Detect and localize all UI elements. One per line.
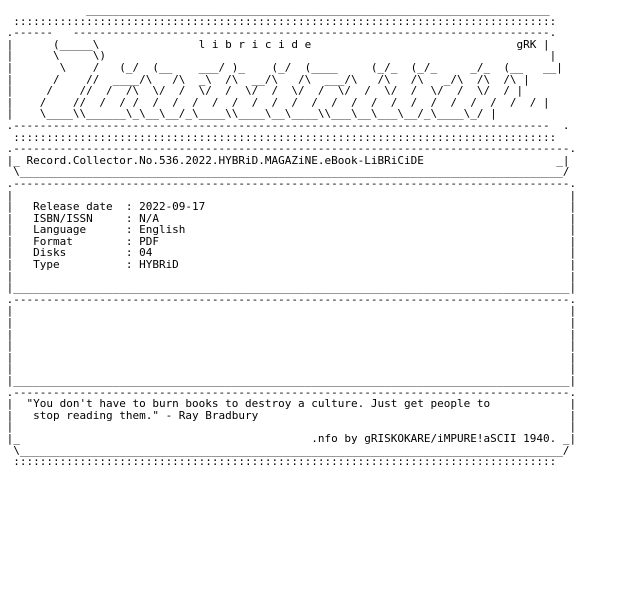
release-notes-box: .---------------------------------------… (0, 294, 638, 387)
release-details-list: .---------------------------------------… (6, 176, 577, 295)
header-top-rule: ________________________________________… (0, 3, 550, 16)
logo-ascii-art: .------ --------------------------------… (6, 26, 570, 132)
release-title-text: .---------------------------------------… (6, 142, 577, 179)
logo-banner: .------ --------------------------------… (0, 27, 638, 131)
footer-dotted-border: ::::::::::::::::::::::::::::::::::::::::… (0, 455, 557, 469)
release-title-box: .---------------------------------------… (0, 143, 638, 178)
quote-credits-box: .---------------------------------------… (0, 385, 638, 457)
release-notes-text: .---------------------------------------… (6, 292, 577, 387)
quote-text: .---------------------------------------… (6, 385, 577, 457)
nfo-document: ________________________________________… (0, 0, 638, 590)
release-details-box: .---------------------------------------… (0, 178, 638, 294)
